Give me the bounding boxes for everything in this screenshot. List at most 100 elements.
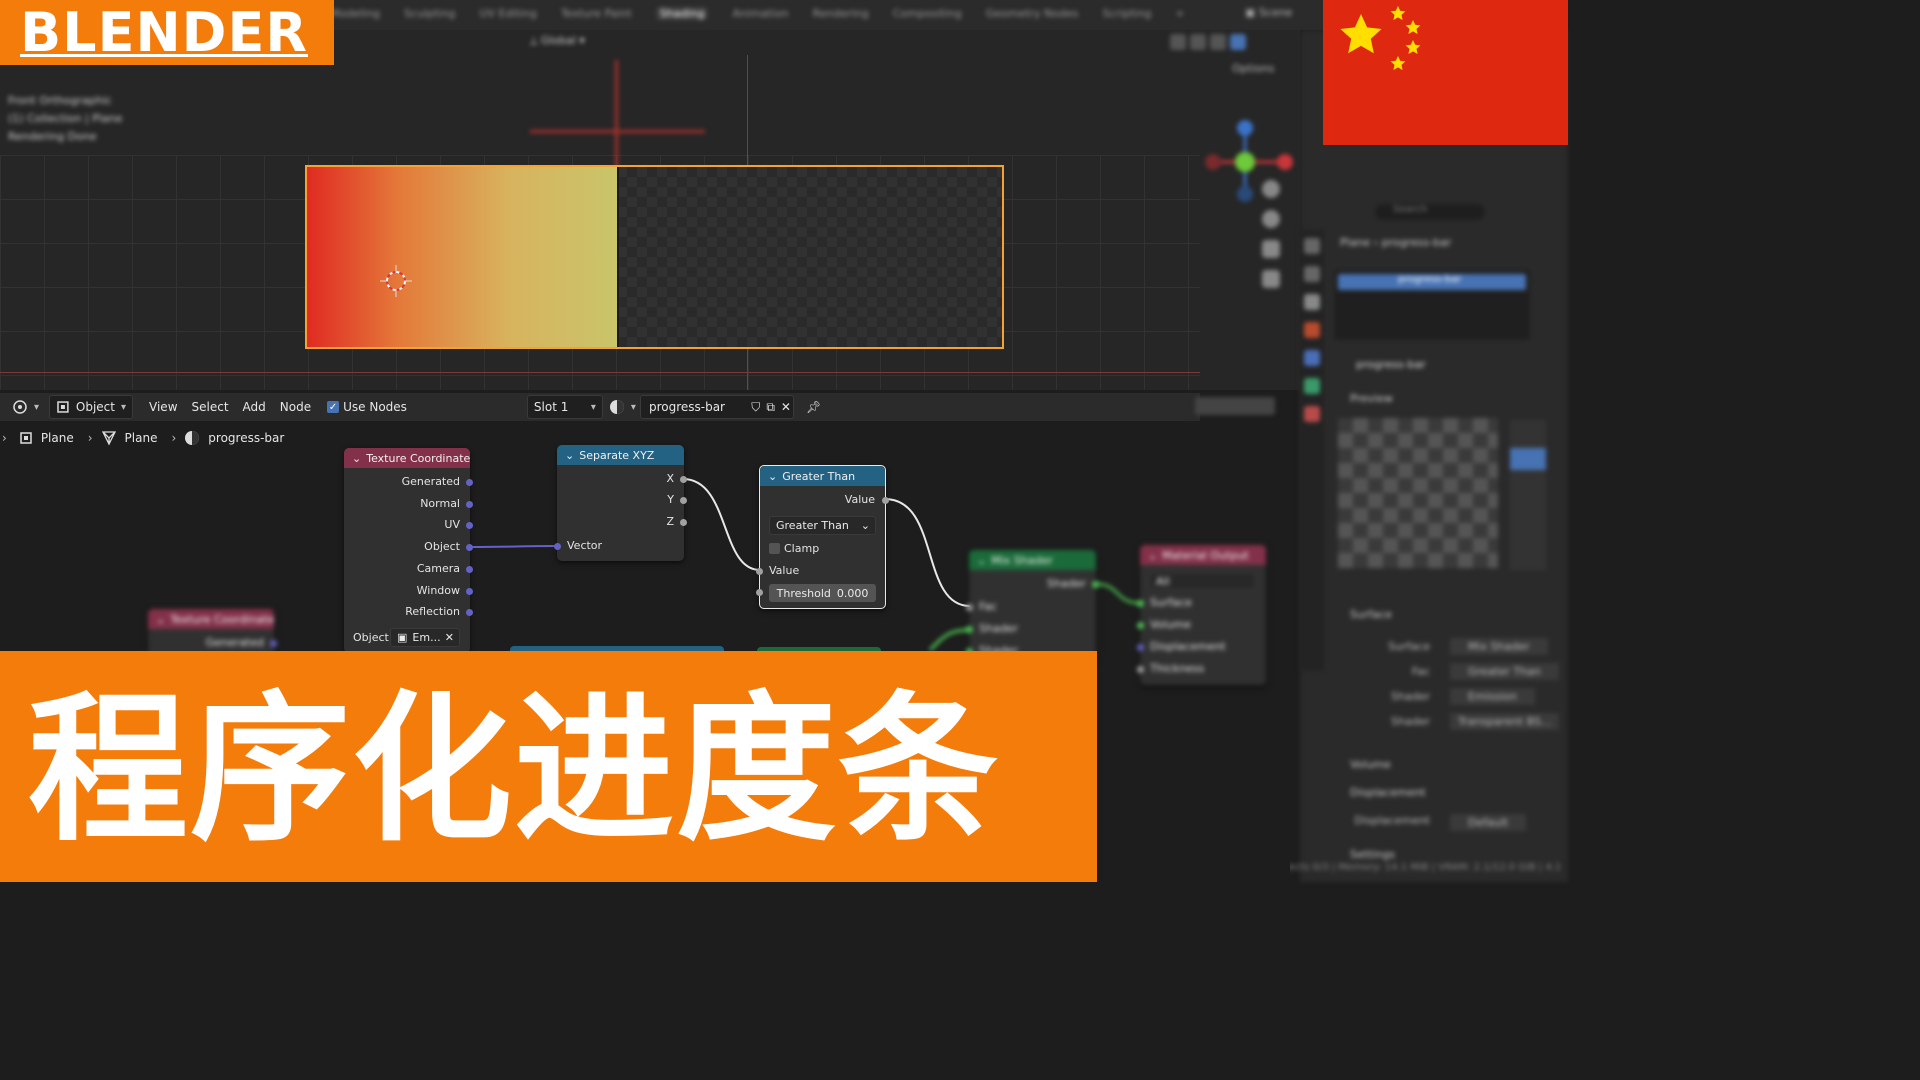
threshold-field[interactable]: Threshold 0.000 bbox=[769, 584, 876, 602]
socket-y[interactable] bbox=[680, 497, 687, 504]
socket-fac-in[interactable] bbox=[966, 604, 973, 611]
clear-object-icon[interactable]: ✕ bbox=[445, 631, 454, 644]
tab-shading[interactable]: Shading bbox=[655, 7, 709, 20]
material-output-node[interactable]: ⌄ Material Output All Surface Volume Dis… bbox=[1137, 545, 1266, 685]
collapse-chevron-icon[interactable]: ⌄ bbox=[1148, 549, 1157, 562]
use-nodes-checkbox[interactable]: ✓ bbox=[327, 401, 340, 413]
tab-modeling[interactable]: Modeling bbox=[330, 7, 380, 20]
tab-texture-paint[interactable]: Texture Paint bbox=[561, 7, 632, 20]
node-title[interactable]: ⌄ Greater Than bbox=[760, 466, 885, 486]
pin-icon[interactable]: 📌︎ bbox=[800, 396, 827, 418]
socket-generated[interactable] bbox=[466, 479, 473, 486]
tab-animation[interactable]: Animation bbox=[732, 7, 788, 20]
socket-vector-in[interactable] bbox=[554, 543, 561, 550]
collapse-chevron-icon[interactable]: ⌄ bbox=[768, 470, 777, 483]
separate-xyz-node[interactable]: ⌄ Separate XYZ X Y Z Vector bbox=[554, 445, 687, 561]
use-nodes-toggle[interactable]: ✓ Use Nodes bbox=[321, 396, 413, 418]
view-menu[interactable]: View bbox=[143, 396, 183, 418]
node-title[interactable]: ⌄ Separate XYZ bbox=[557, 445, 684, 465]
node-menu[interactable]: Node bbox=[274, 396, 317, 418]
unlink-material-icon[interactable]: ✕ bbox=[781, 400, 791, 414]
operation-dropdown[interactable]: Greater Than ⌄ bbox=[769, 516, 876, 535]
add-workspace-icon[interactable]: + bbox=[1175, 7, 1184, 20]
collapse-chevron-icon[interactable]: ⌄ bbox=[565, 449, 574, 462]
tab-rendering[interactable]: Rendering bbox=[813, 7, 869, 20]
greater-than-node[interactable]: ⌄ Greater Than Value Greater Than ⌄ Clam… bbox=[756, 465, 889, 609]
object-picker-field[interactable]: ▣ Em... ✕ bbox=[390, 628, 460, 647]
camera-icon[interactable] bbox=[1262, 240, 1280, 258]
tab-sculpting[interactable]: Sculpting bbox=[404, 7, 455, 20]
material-slot-item[interactable]: progress-bar bbox=[1338, 274, 1526, 290]
socket-shader-1-in[interactable] bbox=[966, 626, 973, 633]
socket-z[interactable] bbox=[680, 519, 687, 526]
socket-surface-in[interactable] bbox=[1137, 600, 1144, 607]
zoom-icon[interactable] bbox=[1262, 180, 1280, 198]
texture-coordinate-node[interactable]: ⌄ Texture Coordinate Generated Normal UV… bbox=[344, 448, 473, 653]
socket-value-in[interactable] bbox=[756, 568, 763, 575]
collapse-chevron-icon[interactable]: ⌄ bbox=[352, 452, 361, 465]
options-dropdown[interactable]: Options bbox=[1232, 62, 1274, 75]
shader-2-field[interactable]: Transparent BS... bbox=[1450, 713, 1560, 730]
progress-bar-plane[interactable] bbox=[305, 165, 1004, 349]
grid-icon[interactable] bbox=[1262, 270, 1280, 288]
tab-geometry-nodes[interactable]: Geometry Nodes bbox=[986, 7, 1079, 20]
socket-thickness-in[interactable] bbox=[1137, 666, 1144, 673]
tab-uv-editing[interactable]: UV Editing bbox=[479, 7, 536, 20]
socket-value-out[interactable] bbox=[882, 497, 889, 504]
socket-x[interactable] bbox=[680, 476, 687, 483]
target-dropdown[interactable]: All bbox=[1149, 572, 1256, 590]
node-title[interactable]: ⌄ Texture Coordinate bbox=[344, 448, 470, 468]
section-settings[interactable]: Settings bbox=[1350, 848, 1395, 861]
node-title[interactable]: ⌄ Material Output bbox=[1140, 545, 1266, 565]
material-name-field[interactable]: progress-bar ⛉ ⧉ ✕ bbox=[639, 395, 794, 419]
clamp-checkbox-box[interactable] bbox=[769, 543, 780, 554]
clamp-checkbox[interactable]: Clamp bbox=[769, 542, 819, 555]
node-title[interactable]: ⌄ Texture Coordinate bbox=[148, 609, 274, 629]
surface-shader-field[interactable]: Mix Shader bbox=[1450, 638, 1548, 655]
socket-camera[interactable] bbox=[466, 566, 473, 573]
node-title[interactable]: ⌄ Mix Shader bbox=[969, 550, 1096, 570]
viewport-tool-icons[interactable] bbox=[1262, 180, 1282, 288]
orientation-dropdown[interactable]: ⟂ Global ▾ bbox=[530, 34, 585, 48]
tab-compositing[interactable]: Compositing bbox=[893, 7, 962, 20]
socket-uv[interactable] bbox=[466, 522, 473, 529]
section-preview[interactable]: Preview bbox=[1350, 392, 1393, 405]
tab-scripting[interactable]: Scripting bbox=[1103, 7, 1152, 20]
socket-reflection[interactable] bbox=[466, 609, 473, 616]
select-menu[interactable]: Select bbox=[186, 396, 235, 418]
material-browse-button[interactable] bbox=[607, 396, 638, 418]
editor-type-dropdown[interactable] bbox=[6, 396, 45, 418]
properties-search[interactable]: Search bbox=[1375, 204, 1485, 220]
properties-tabs[interactable] bbox=[1300, 230, 1324, 670]
shader-1-field[interactable]: Emission bbox=[1450, 688, 1535, 705]
section-volume[interactable]: Volume bbox=[1350, 758, 1391, 771]
shader-type-dropdown[interactable]: Object bbox=[49, 395, 134, 419]
socket-threshold-in[interactable] bbox=[756, 589, 763, 596]
socket-displacement-in[interactable] bbox=[1137, 644, 1144, 651]
collapse-chevron-icon[interactable]: ⌄ bbox=[156, 613, 165, 626]
socket-object[interactable] bbox=[466, 544, 473, 551]
add-menu[interactable]: Add bbox=[237, 396, 272, 418]
preview-type-buttons[interactable] bbox=[1510, 420, 1546, 570]
overlay-buttons[interactable] bbox=[1195, 397, 1275, 415]
slot-dropdown[interactable]: Slot 1 bbox=[526, 395, 603, 419]
hand-icon[interactable] bbox=[1262, 210, 1280, 228]
socket-window[interactable] bbox=[466, 588, 473, 595]
socket-normal[interactable] bbox=[466, 501, 473, 508]
socket-shader-out[interactable] bbox=[1092, 581, 1099, 588]
section-displacement[interactable]: Displacement bbox=[1350, 786, 1426, 799]
viewport-shading-buttons[interactable] bbox=[1170, 34, 1290, 50]
fake-user-shield-icon[interactable]: ⛉ bbox=[751, 400, 760, 415]
duplicate-material-icon[interactable]: ⧉ bbox=[766, 400, 775, 415]
collapse-chevron-icon[interactable]: ⌄ bbox=[977, 554, 986, 567]
scene-selector[interactable]: ▣ Scene bbox=[1245, 6, 1292, 19]
fac-field[interactable]: Greater Than bbox=[1450, 663, 1559, 680]
socket-generated[interactable] bbox=[270, 640, 277, 647]
material-slot-list[interactable]: progress-bar bbox=[1334, 270, 1530, 340]
mix-shader-node[interactable]: ⌄ Mix Shader Shader Fac Shader Shader bbox=[966, 550, 1099, 660]
material-name-field[interactable]: progress-bar bbox=[1356, 358, 1456, 374]
displacement-field[interactable]: Default bbox=[1450, 814, 1527, 831]
socket-volume-in[interactable] bbox=[1137, 622, 1144, 629]
section-surface[interactable]: Surface bbox=[1350, 608, 1392, 621]
3d-cursor-icon[interactable] bbox=[380, 265, 412, 297]
